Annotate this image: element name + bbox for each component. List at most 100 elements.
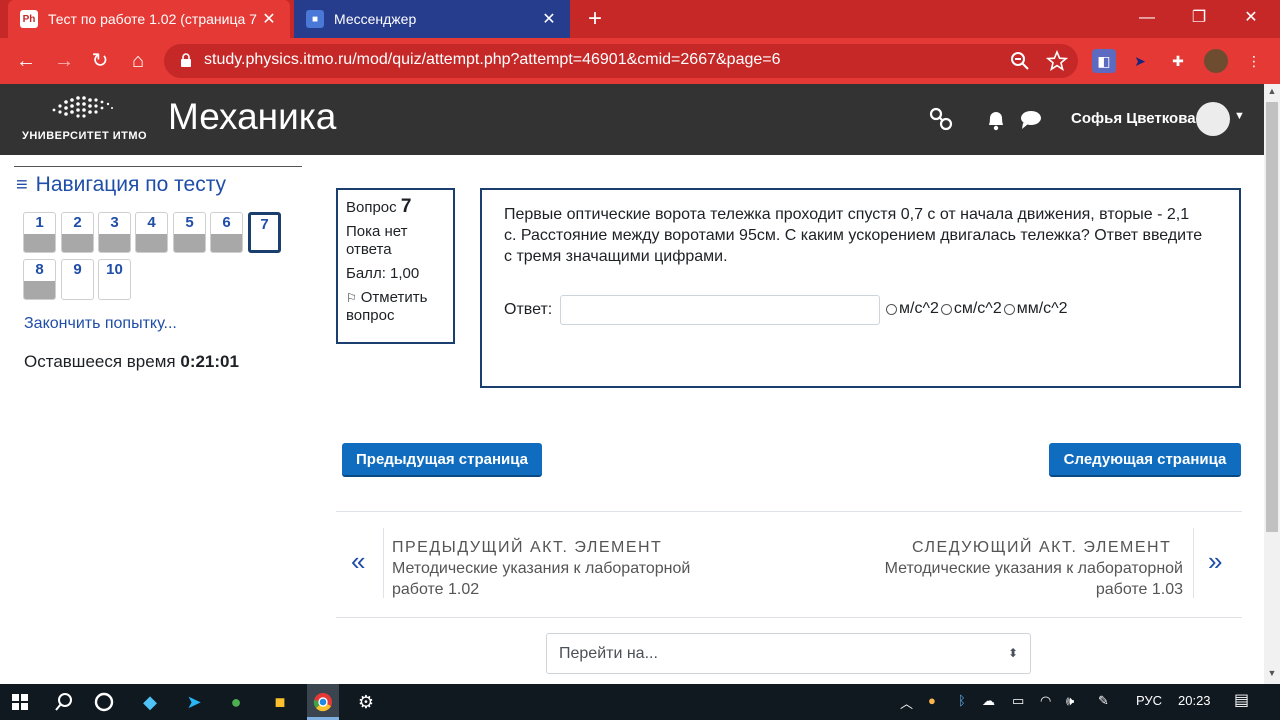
quiz-nav-button-4[interactable]: 4 bbox=[135, 212, 168, 253]
volume-icon[interactable]: 🕪 bbox=[1066, 693, 1074, 709]
question-status: Пока нет ответа bbox=[346, 223, 408, 258]
quiz-nav-button-3[interactable]: 3 bbox=[98, 212, 131, 253]
unit-label[interactable]: м/с^2 bbox=[899, 300, 939, 318]
time-left-label: Оставшееся время bbox=[24, 352, 176, 371]
course-title[interactable]: Механика bbox=[168, 96, 336, 138]
puzzle-extensions-icon[interactable]: ✚ bbox=[1166, 49, 1190, 73]
question-number: 7 bbox=[260, 216, 269, 233]
home-button[interactable]: ⌂ bbox=[124, 47, 152, 75]
unit-radio[interactable] bbox=[940, 303, 952, 315]
user-name[interactable]: Софья Цветкова bbox=[1071, 110, 1196, 127]
unit-option-cm[interactable]: см/с^2 bbox=[939, 300, 1002, 318]
tab-title: Тест по работе 1.02 (страница 7 bbox=[48, 11, 257, 27]
unit-label[interactable]: см/с^2 bbox=[954, 300, 1002, 318]
quiz-nav-button-6[interactable]: 6 bbox=[210, 212, 243, 253]
new-tab-button[interactable]: + bbox=[580, 5, 610, 33]
user-menu-caret-icon[interactable]: ▼ bbox=[1234, 110, 1245, 122]
maximize-button[interactable]: ❐ bbox=[1174, 0, 1224, 38]
flag-question-label[interactable]: Отметить вопрос bbox=[346, 289, 427, 324]
clock[interactable]: 20:23 bbox=[1178, 693, 1211, 708]
close-window-button[interactable]: ✕ bbox=[1226, 0, 1276, 38]
torrent-icon[interactable]: ● bbox=[222, 688, 250, 716]
windows-start-icon[interactable] bbox=[6, 688, 34, 716]
question-info: Вопрос 7 Пока нет ответа Балл: 1,00 ⚐ Отм… bbox=[336, 188, 455, 344]
user-avatar[interactable] bbox=[1196, 102, 1230, 136]
flag-question-link[interactable]: ⚐ Отметить вопрос bbox=[346, 289, 445, 325]
app-icon[interactable]: ◆ bbox=[136, 688, 164, 716]
quiz-navigation-title: ≡ Навигация по тесту bbox=[16, 173, 226, 197]
select-caret-icon[interactable]: ⬍ bbox=[1008, 634, 1018, 673]
link-icon[interactable] bbox=[928, 106, 954, 132]
extension-icon[interactable]: ◧ bbox=[1092, 49, 1116, 73]
quiz-nav-button-1[interactable]: 1 bbox=[23, 212, 56, 253]
wifi-icon[interactable]: ◠ bbox=[1040, 693, 1051, 709]
scrollbar-thumb[interactable] bbox=[1266, 102, 1278, 532]
file-explorer-icon[interactable]: ■ bbox=[266, 688, 294, 716]
tray-expand-icon[interactable]: ︿ bbox=[900, 693, 913, 712]
quiz-nav-button-8[interactable]: 8 bbox=[23, 259, 56, 300]
browser-menu-icon[interactable]: ⋮ bbox=[1242, 49, 1266, 73]
close-tab-icon[interactable]: ✕ bbox=[260, 9, 278, 29]
messages-chat-icon[interactable] bbox=[1018, 106, 1044, 132]
unit-option-mm[interactable]: мм/с^2 bbox=[1002, 300, 1068, 318]
telegram-icon[interactable]: ➤ bbox=[180, 688, 208, 716]
search-icon[interactable] bbox=[50, 688, 78, 716]
unit-radio[interactable] bbox=[886, 303, 897, 315]
pen-icon[interactable]: ✎ bbox=[1098, 693, 1109, 709]
back-button[interactable]: ← bbox=[12, 47, 40, 75]
jump-to-label[interactable]: Перейти на... bbox=[559, 645, 658, 662]
answered-indicator bbox=[24, 234, 55, 252]
bookmark-star-icon[interactable] bbox=[1046, 50, 1068, 72]
next-activity-link[interactable]: Методические указания к лабораторной раб… bbox=[838, 558, 1183, 600]
lock-icon[interactable] bbox=[180, 53, 192, 67]
answer-input[interactable] bbox=[560, 295, 880, 325]
physics-favicon-icon: Ph bbox=[20, 10, 38, 28]
next-activity-heading: СЛЕДУЮЩИЙ АКТ. ЭЛЕМЕНТ bbox=[912, 539, 1172, 556]
cortana-circle-icon[interactable] bbox=[90, 688, 118, 716]
cursor-extension-icon[interactable]: ➤ bbox=[1128, 49, 1152, 73]
quiz-nav-button-7-current[interactable]: 7 bbox=[248, 212, 281, 253]
jump-to-select[interactable]: Перейти на... ⬍ bbox=[546, 633, 1031, 674]
zoom-icon[interactable] bbox=[1009, 50, 1031, 72]
unit-radio[interactable] bbox=[1003, 303, 1015, 315]
settings-gear-icon[interactable]: ⚙ bbox=[352, 688, 380, 716]
chrome-icon[interactable] bbox=[309, 688, 337, 716]
quiz-nav-button-10[interactable]: 10 bbox=[98, 259, 131, 300]
finish-attempt-link[interactable]: Закончить попытку... bbox=[24, 315, 177, 333]
previous-activity-link[interactable]: Методические указания к лабораторной раб… bbox=[392, 558, 737, 600]
input-language[interactable]: РУС bbox=[1136, 693, 1162, 708]
logo-text[interactable]: УНИВЕРСИТЕТ ИТМО bbox=[22, 130, 147, 142]
previous-page-button[interactable]: Предыдущая страница bbox=[342, 443, 542, 477]
tab-messenger[interactable]: ■ Мессенджер ✕ bbox=[294, 0, 570, 38]
close-tab-icon[interactable]: ✕ bbox=[540, 9, 558, 29]
forward-button[interactable]: → bbox=[50, 47, 78, 75]
minimize-button[interactable]: — bbox=[1122, 0, 1172, 38]
itmo-logo-icon[interactable] bbox=[48, 92, 116, 120]
answered-indicator bbox=[174, 234, 205, 252]
notifications-bell-icon[interactable] bbox=[983, 106, 1009, 132]
onedrive-cloud-icon[interactable]: ☁ bbox=[982, 693, 995, 709]
profile-avatar-icon[interactable] bbox=[1204, 49, 1228, 73]
next-activity-arrow-icon[interactable]: » bbox=[1208, 546, 1222, 577]
answered-indicator bbox=[211, 234, 242, 252]
reload-button[interactable]: ↻ bbox=[86, 47, 114, 75]
notifications-icon[interactable]: ▤ bbox=[1234, 690, 1249, 710]
quiz-navigation-label: Навигация по тесту bbox=[35, 173, 227, 196]
quiz-nav-button-5[interactable]: 5 bbox=[173, 212, 206, 253]
tray-app-icon[interactable]: ● bbox=[928, 693, 936, 708]
flag-icon[interactable]: ⚐ bbox=[346, 291, 357, 305]
unit-option-m[interactable]: м/с^2 bbox=[884, 300, 939, 318]
scroll-up-arrow-icon[interactable]: ▲ bbox=[1266, 86, 1278, 98]
quiz-nav-button-9[interactable]: 9 bbox=[61, 259, 94, 300]
quiz-nav-button-2[interactable]: 2 bbox=[61, 212, 94, 253]
url-text[interactable]: study.physics.itmo.ru/mod/quiz/attempt.p… bbox=[204, 51, 781, 69]
unit-label[interactable]: мм/с^2 bbox=[1017, 300, 1068, 318]
battery-icon[interactable]: ▭ bbox=[1012, 693, 1024, 709]
previous-activity-arrow-icon[interactable]: « bbox=[351, 546, 365, 577]
question-number: 5 bbox=[185, 214, 194, 231]
nav-divider bbox=[14, 166, 302, 167]
next-page-button[interactable]: Следующая страница bbox=[1049, 443, 1241, 477]
tab-quiz[interactable]: Ph Тест по работе 1.02 (страница 7 ✕ bbox=[8, 0, 290, 38]
bluetooth-icon[interactable]: ᛒ bbox=[958, 693, 966, 708]
scroll-down-arrow-icon[interactable]: ▼ bbox=[1266, 668, 1278, 680]
